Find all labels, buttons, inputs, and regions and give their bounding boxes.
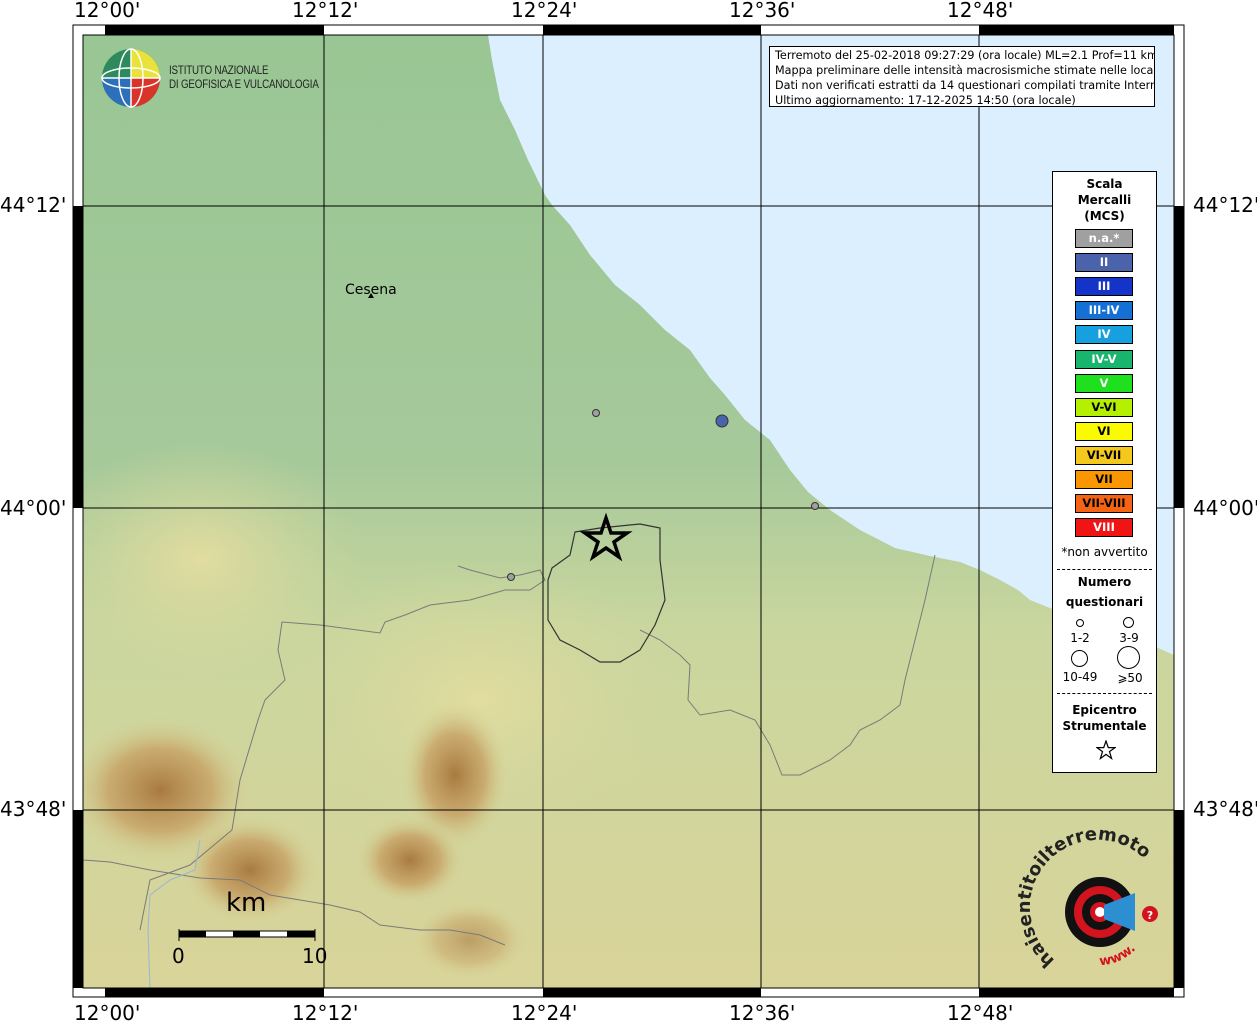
lon-label-bottom-4: 12°36'	[729, 1001, 796, 1025]
count-label-4: ⩾50	[1117, 671, 1143, 685]
legend-swatch: n.a.*	[1075, 229, 1133, 248]
event-info-line4: Ultimo aggiornamento: 17-12-2025 14:50 (…	[775, 94, 1076, 107]
observation-point	[592, 409, 600, 417]
mountain-c2	[355, 815, 465, 905]
observation-point	[715, 414, 729, 428]
count-circle-small	[1076, 619, 1084, 627]
ingv-name-line2: DI GEOFISICA E VULCANOLOGIA	[169, 79, 319, 91]
legend-swatch: VIII	[1075, 518, 1133, 538]
count-circle-large	[1071, 650, 1088, 667]
lon-label-top-4: 12°36'	[729, 0, 796, 22]
count-label-1: 1-2	[1070, 631, 1090, 645]
lon-label-top-5: 12°48'	[947, 0, 1014, 22]
count-label-3: 10-49	[1062, 670, 1098, 684]
legend-title-2: Mercalli	[1077, 193, 1132, 207]
lon-label-bottom-3: 12°24'	[511, 1001, 578, 1025]
legend-swatch: III	[1075, 277, 1133, 297]
lon-label-top-1: 12°00'	[74, 0, 141, 22]
intensity-legend: Scala Mercalli (MCS) n.a.* II III III-IV IV I…	[1052, 171, 1157, 773]
lon-label-top-2: 12°12'	[292, 0, 359, 22]
observation-point	[811, 502, 819, 510]
epicenter-star-icon	[1096, 740, 1116, 760]
observation-point	[507, 573, 515, 581]
legend-swatch: II	[1075, 253, 1133, 273]
legend-count-title-2: questionari	[1065, 595, 1144, 609]
legend-title-3: (MCS)	[1084, 209, 1125, 223]
legend-swatch: IV-V	[1075, 349, 1133, 369]
city-label: Cesena	[345, 282, 397, 298]
scale-bar-unit: km	[226, 888, 267, 918]
legend-swatch: III-IV	[1075, 301, 1133, 321]
event-info-line3: Dati non verificati estratti da 14 quest…	[775, 79, 1155, 92]
legend-separator	[1057, 693, 1152, 694]
count-label-2: 3-9	[1119, 631, 1139, 645]
legend-swatch: VI-VII	[1075, 445, 1133, 465]
legend-swatch: V	[1075, 373, 1133, 393]
legend-count-title-1: Numero	[1077, 575, 1132, 589]
event-info-box: Terremoto del 25-02-2018 09:27:29 (ora l…	[769, 46, 1155, 107]
lat-label-left-2: 44°00'	[0, 496, 67, 520]
legend-swatch: VII-VIII	[1075, 494, 1133, 514]
legend-title-1: Scala	[1086, 177, 1123, 191]
count-circle-medium	[1123, 617, 1134, 628]
lat-label-right-1: 44°12'	[1193, 193, 1257, 217]
legend-not-felt-note: *non avvertito	[1061, 545, 1148, 559]
lat-label-left-1: 44°12'	[0, 193, 67, 217]
lat-label-right-3: 43°48'	[1193, 797, 1257, 821]
lat-label-left-3: 43°48'	[0, 797, 67, 821]
mountain-s	[410, 900, 530, 980]
lon-label-bottom-2: 12°12'	[292, 1001, 359, 1025]
event-info-line1: Terremoto del 25-02-2018 09:27:29 (ora l…	[775, 49, 1155, 62]
legend-separator	[1057, 569, 1152, 570]
legend-swatch: IV	[1075, 325, 1133, 345]
lon-label-bottom-1: 12°00'	[74, 1001, 141, 1025]
lon-label-top-3: 12°24'	[511, 0, 578, 22]
ingv-name-line1: ISTITUTO NAZIONALE	[169, 65, 269, 77]
svg-text:?: ?	[1147, 909, 1153, 922]
legend-epicenter-title-2: Strumentale	[1062, 719, 1147, 733]
legend-swatch: VI	[1075, 421, 1133, 441]
legend-epicenter-title-1: Epicentro	[1072, 703, 1137, 717]
lon-label-bottom-5: 12°48'	[947, 1001, 1014, 1025]
legend-swatch: V-VI	[1075, 397, 1133, 417]
legend-swatch: VII	[1075, 470, 1133, 489]
scale-bar-start: 0	[172, 944, 185, 968]
scale-bar-end: 10	[302, 944, 328, 968]
lat-label-right-2: 44°00'	[1193, 496, 1257, 520]
count-circle-xlarge	[1117, 646, 1140, 669]
event-info-line2: Mappa preliminare delle intensità macros…	[775, 64, 1155, 77]
ingv-logo-text: ISTITUTO NAZIONALE DI GEOFISICA E VULCAN…	[169, 64, 319, 92]
ingv-logo-globe	[101, 48, 161, 108]
